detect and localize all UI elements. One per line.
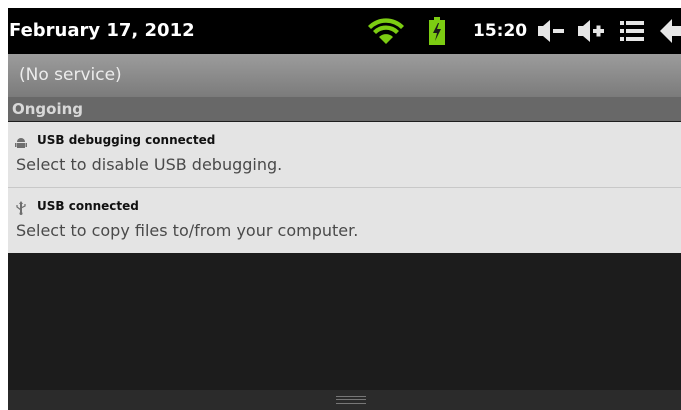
battery-charging-icon [429,17,445,49]
carrier-bar: (No service) [8,54,681,97]
status-date: February 17, 2012 [9,20,195,41]
menu-icon[interactable] [620,20,644,46]
section-header-ongoing: Ongoing [8,97,681,121]
status-bar: February 17, 2012 15:20 [8,8,681,54]
carrier-label: (No service) [19,65,122,85]
notification-title: USB debugging connected [37,133,216,147]
notification-subtitle: Select to copy files to/from your comput… [16,221,359,240]
shade-drag-handle[interactable] [8,390,681,410]
back-icon[interactable] [660,19,681,47]
grip-icon [336,396,366,404]
wifi-icon [368,18,404,50]
notification-usb-connected[interactable]: USB connected Select to copy files to/fr… [8,188,681,253]
notification-title: USB connected [37,199,139,213]
section-label: Ongoing [12,100,84,118]
android-icon [15,134,27,153]
notification-subtitle: Select to disable USB debugging. [16,155,283,174]
notification-usb-debugging[interactable]: USB debugging connected Select to disabl… [8,122,681,187]
notification-shade: February 17, 2012 15:20 (No service) Ong… [8,8,681,410]
usb-icon [15,200,27,219]
volume-up-icon[interactable] [578,19,606,47]
status-time: 15:20 [473,21,528,41]
volume-down-icon[interactable] [538,19,566,47]
empty-notification-area [8,253,681,390]
